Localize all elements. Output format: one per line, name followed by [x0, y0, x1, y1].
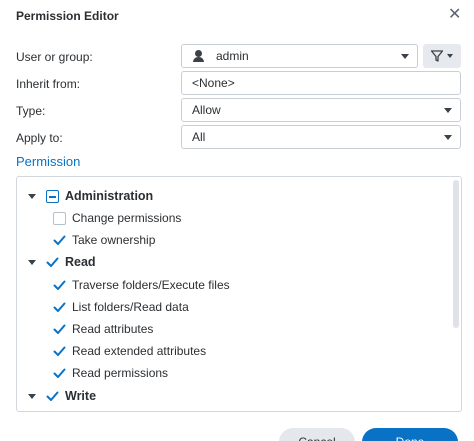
permission-label: List folders/Read data: [72, 300, 189, 314]
apply-to-label: Apply to:: [16, 131, 63, 145]
permission-label: Change permissions: [72, 211, 182, 225]
permission-item[interactable]: Read attributes: [53, 319, 153, 339]
filter-icon: [431, 50, 443, 62]
permission-label: Read permissions: [72, 366, 169, 380]
user-group-label: User or group:: [16, 50, 93, 64]
apply-to-value: All: [192, 130, 206, 144]
group-administration[interactable]: Administration: [28, 186, 153, 206]
read-permissions-checkbox[interactable]: [53, 367, 66, 380]
type-label: Type:: [16, 104, 46, 118]
close-icon[interactable]: ✕: [448, 6, 461, 24]
permission-item[interactable]: Read extended attributes: [53, 341, 206, 361]
permission-label: Traverse folders/Execute files: [72, 278, 230, 292]
filter-caret-icon: [447, 54, 453, 58]
list-folders-checkbox[interactable]: [53, 301, 66, 314]
change-permissions-checkbox[interactable]: [53, 211, 66, 225]
inherit-label: Inherit from:: [16, 77, 81, 91]
group-label: Write: [65, 389, 97, 403]
permission-section-title: Permission: [16, 154, 81, 169]
permission-label: Take ownership: [72, 233, 156, 247]
inherit-field: <None>: [181, 71, 461, 95]
dialog-title: Permission Editor: [16, 9, 119, 23]
read-extended-attributes-checkbox[interactable]: [53, 345, 66, 358]
group-write[interactable]: Write: [28, 386, 96, 406]
chevron-down-icon: [401, 54, 409, 59]
traverse-checkbox[interactable]: [53, 279, 66, 292]
expand-caret-icon[interactable]: [28, 259, 36, 265]
group-label: Read: [65, 255, 96, 269]
permission-item[interactable]: List folders/Read data: [53, 297, 189, 317]
type-value: Allow: [192, 103, 221, 117]
type-select[interactable]: Allow: [181, 98, 461, 122]
apply-to-select[interactable]: All: [181, 125, 461, 149]
user-icon: [192, 50, 206, 62]
expand-caret-icon[interactable]: [28, 193, 36, 199]
scrollbar[interactable]: [453, 180, 459, 328]
group-read[interactable]: Read: [28, 252, 96, 272]
permission-label: Read extended attributes: [72, 344, 207, 358]
chevron-down-icon: [444, 135, 452, 140]
done-button[interactable]: Done: [362, 428, 458, 441]
read-checkbox[interactable]: [46, 256, 59, 269]
user-group-value: admin: [216, 49, 249, 63]
permission-item[interactable]: Read permissions: [53, 363, 168, 383]
write-checkbox[interactable]: [46, 390, 59, 403]
expand-caret-icon[interactable]: [28, 393, 36, 399]
chevron-down-icon: [444, 108, 452, 113]
read-attributes-checkbox[interactable]: [53, 323, 66, 336]
filter-button[interactable]: [423, 44, 461, 68]
permission-item[interactable]: Take ownership: [53, 230, 155, 250]
permission-item[interactable]: Change permissions: [53, 208, 181, 228]
inherit-value: <None>: [192, 76, 235, 90]
administration-checkbox[interactable]: [46, 189, 59, 203]
permission-label: Read attributes: [72, 322, 154, 336]
cancel-button[interactable]: Cancel: [279, 428, 355, 441]
group-label: Administration: [65, 189, 154, 203]
permission-item[interactable]: Traverse folders/Execute files: [53, 275, 230, 295]
take-ownership-checkbox[interactable]: [53, 234, 66, 247]
user-group-select[interactable]: admin: [181, 44, 418, 68]
